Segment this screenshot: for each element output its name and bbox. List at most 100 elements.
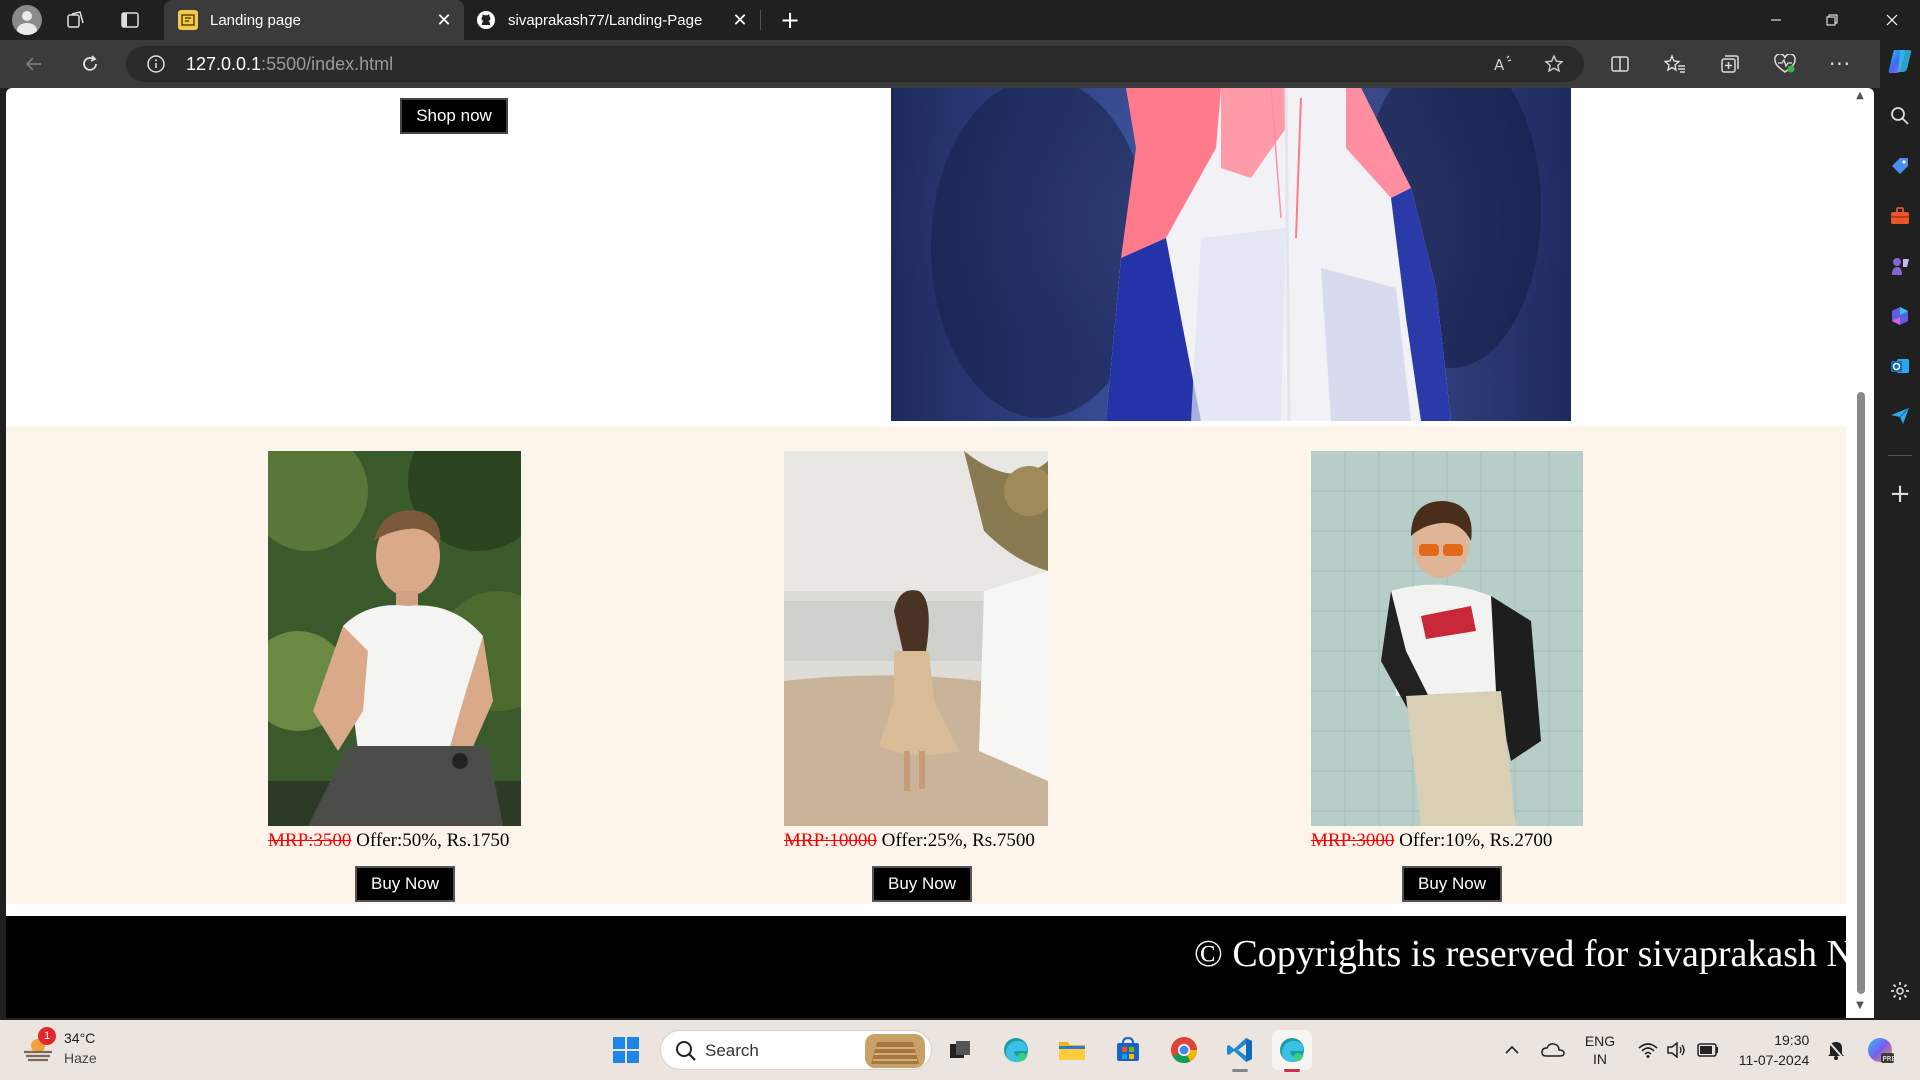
vertical-scrollbar[interactable]: ▲ ▼ xyxy=(1853,88,1867,1018)
weather-temperature[interactable]: 34°C xyxy=(64,1030,95,1046)
running-indicator xyxy=(1232,1069,1248,1072)
copilot-taskbar-icon[interactable]: PRE xyxy=(1862,1030,1898,1070)
offer-price: Offer:25%, Rs.7500 xyxy=(876,830,1035,851)
tab-divider xyxy=(760,10,761,30)
start-button[interactable] xyxy=(606,1030,646,1070)
url-host: 127.0.0.1 xyxy=(186,54,262,74)
tab-title: sivaprakash77/Landing-Page xyxy=(508,11,703,29)
search-placeholder: Search xyxy=(705,1041,759,1060)
sidebar-divider xyxy=(1888,455,1912,456)
vertical-tabs-icon[interactable] xyxy=(116,6,144,34)
github-icon xyxy=(476,10,496,30)
page-footer: © Copyrights is reserved for sivaprakash… xyxy=(6,916,1846,1018)
mrp-price: MRP:3500 xyxy=(268,830,352,851)
region-code: IN xyxy=(1593,1051,1607,1067)
page-viewport: Shop now MRP:3500 Offer:50%, Rs.1750 Buy… xyxy=(6,88,1874,1018)
back-icon[interactable] xyxy=(20,50,48,78)
favorites-icon[interactable] xyxy=(1661,50,1689,78)
onedrive-icon[interactable] xyxy=(1538,1030,1568,1070)
address-bar[interactable]: 127.0.0.1:5500/index.html A xyxy=(126,46,1584,82)
edge-dev-taskbar-icon[interactable] xyxy=(1272,1030,1312,1072)
product-image-2 xyxy=(784,451,1048,826)
add-sidebar-app-icon[interactable]: + xyxy=(1886,479,1914,509)
active-indicator xyxy=(1284,1069,1300,1072)
svg-text:PRE: PRE xyxy=(1883,1055,1896,1063)
buy-now-button-2[interactable]: Buy Now xyxy=(872,866,972,902)
taskbar-search[interactable]: Search xyxy=(660,1030,932,1070)
product-image-1 xyxy=(268,451,521,826)
file-explorer-icon[interactable] xyxy=(1052,1030,1092,1070)
tools-briefcase-icon[interactable] xyxy=(1886,202,1914,230)
lang-code: ENG xyxy=(1584,1033,1616,1049)
favorite-star-icon[interactable] xyxy=(1542,52,1566,76)
page-favicon-icon xyxy=(178,10,198,30)
battery-icon[interactable] xyxy=(1694,1030,1722,1070)
site-info-icon[interactable] xyxy=(146,54,166,74)
wifi-icon[interactable] xyxy=(1634,1030,1662,1070)
clock-date: 11-07-2024 xyxy=(1738,1052,1810,1068)
tab-title: Landing page xyxy=(210,11,301,29)
shop-now-button[interactable]: Shop now xyxy=(400,98,508,134)
title-bar: Landing page ✕ sivaprakash77/Landing-Pag… xyxy=(0,0,1920,40)
tab-landing-page[interactable]: Landing page ✕ xyxy=(164,0,464,40)
new-tab-icon[interactable]: + xyxy=(776,6,804,34)
close-window-icon[interactable] xyxy=(1864,0,1920,40)
edge-taskbar-icon[interactable] xyxy=(996,1030,1036,1070)
product-price-1: MRP:3500 Offer:50%, Rs.1750 xyxy=(268,830,509,852)
drop-send-icon[interactable] xyxy=(1886,402,1914,430)
task-view-icon[interactable] xyxy=(940,1030,980,1070)
svg-text:A: A xyxy=(1494,56,1505,73)
chrome-icon[interactable] xyxy=(1164,1030,1204,1070)
close-tab-icon[interactable]: ✕ xyxy=(434,10,454,30)
restore-icon[interactable] xyxy=(1804,0,1860,40)
mrp-price: MRP:10000 xyxy=(784,830,877,851)
url-text: 127.0.0.1:5500/index.html xyxy=(186,54,393,75)
offer-price: Offer:50%, Rs.1750 xyxy=(351,830,510,851)
copyright-text: © Copyrights is reserved for sivaprakash… xyxy=(1194,933,1846,975)
sidebar-settings-icon[interactable] xyxy=(1886,977,1914,1005)
mrp-price: MRP:3000 xyxy=(1311,830,1395,851)
weather-condition[interactable]: Haze xyxy=(64,1050,97,1066)
notifications-bell-icon[interactable] xyxy=(1824,1030,1848,1070)
browser-essentials-icon[interactable] xyxy=(1771,50,1799,78)
split-screen-icon[interactable] xyxy=(1606,50,1634,78)
product-price-2: MRP:10000 Offer:25%, Rs.7500 xyxy=(784,830,1035,852)
address-toolbar: 127.0.0.1:5500/index.html A ··· xyxy=(0,40,1880,88)
tab-github-repo[interactable]: sivaprakash77/Landing-Page ✕ xyxy=(464,0,760,40)
search-icon[interactable] xyxy=(1886,102,1914,130)
product-price-3: MRP:3000 Offer:10%, Rs.2700 xyxy=(1311,830,1552,852)
clock[interactable]: 19:30 11-07-2024 xyxy=(1732,1030,1816,1070)
product-image-3 xyxy=(1311,451,1583,826)
profile-avatar[interactable] xyxy=(12,5,42,35)
volume-icon[interactable] xyxy=(1662,1030,1690,1070)
vscode-icon[interactable] xyxy=(1220,1030,1260,1072)
edge-sidebar: + xyxy=(1880,40,1920,1020)
copilot-icon[interactable] xyxy=(1886,47,1914,75)
buy-now-button-3[interactable]: Buy Now xyxy=(1402,866,1502,902)
show-hidden-icons[interactable] xyxy=(1500,1030,1524,1070)
windows-taskbar: 1 34°C Haze Search ENG IN 19:30 11-07-20… xyxy=(0,1020,1920,1080)
weather-alert-badge: 1 xyxy=(38,1027,56,1045)
scroll-down-icon[interactable]: ▼ xyxy=(1854,1000,1866,1011)
offer-price: Offer:10%, Rs.2700 xyxy=(1394,830,1553,851)
collections-icon[interactable] xyxy=(1716,50,1744,78)
shopping-tag-icon[interactable] xyxy=(1886,152,1914,180)
refresh-icon[interactable] xyxy=(76,50,104,78)
microsoft-store-icon[interactable] xyxy=(1108,1030,1148,1070)
scroll-thumb[interactable] xyxy=(1857,392,1865,994)
search-icon xyxy=(675,1040,697,1066)
minimize-icon[interactable] xyxy=(1748,0,1804,40)
more-options-icon[interactable]: ··· xyxy=(1826,50,1854,78)
read-aloud-icon[interactable]: A xyxy=(1492,52,1516,76)
scroll-up-icon[interactable]: ▲ xyxy=(1854,90,1866,101)
microsoft-365-icon[interactable] xyxy=(1886,302,1914,330)
clock-time: 19:30 xyxy=(1774,1032,1810,1048)
language-indicator[interactable]: ENG IN xyxy=(1578,1030,1622,1070)
workspaces-icon[interactable] xyxy=(62,6,90,34)
games-icon[interactable] xyxy=(1886,252,1914,280)
products-section: MRP:3500 Offer:50%, Rs.1750 Buy Now MRP:… xyxy=(6,426,1846,904)
buy-now-button-1[interactable]: Buy Now xyxy=(355,866,455,902)
outlook-icon[interactable] xyxy=(1886,352,1914,380)
close-tab-icon[interactable]: ✕ xyxy=(730,10,750,30)
hero-image xyxy=(891,88,1571,421)
